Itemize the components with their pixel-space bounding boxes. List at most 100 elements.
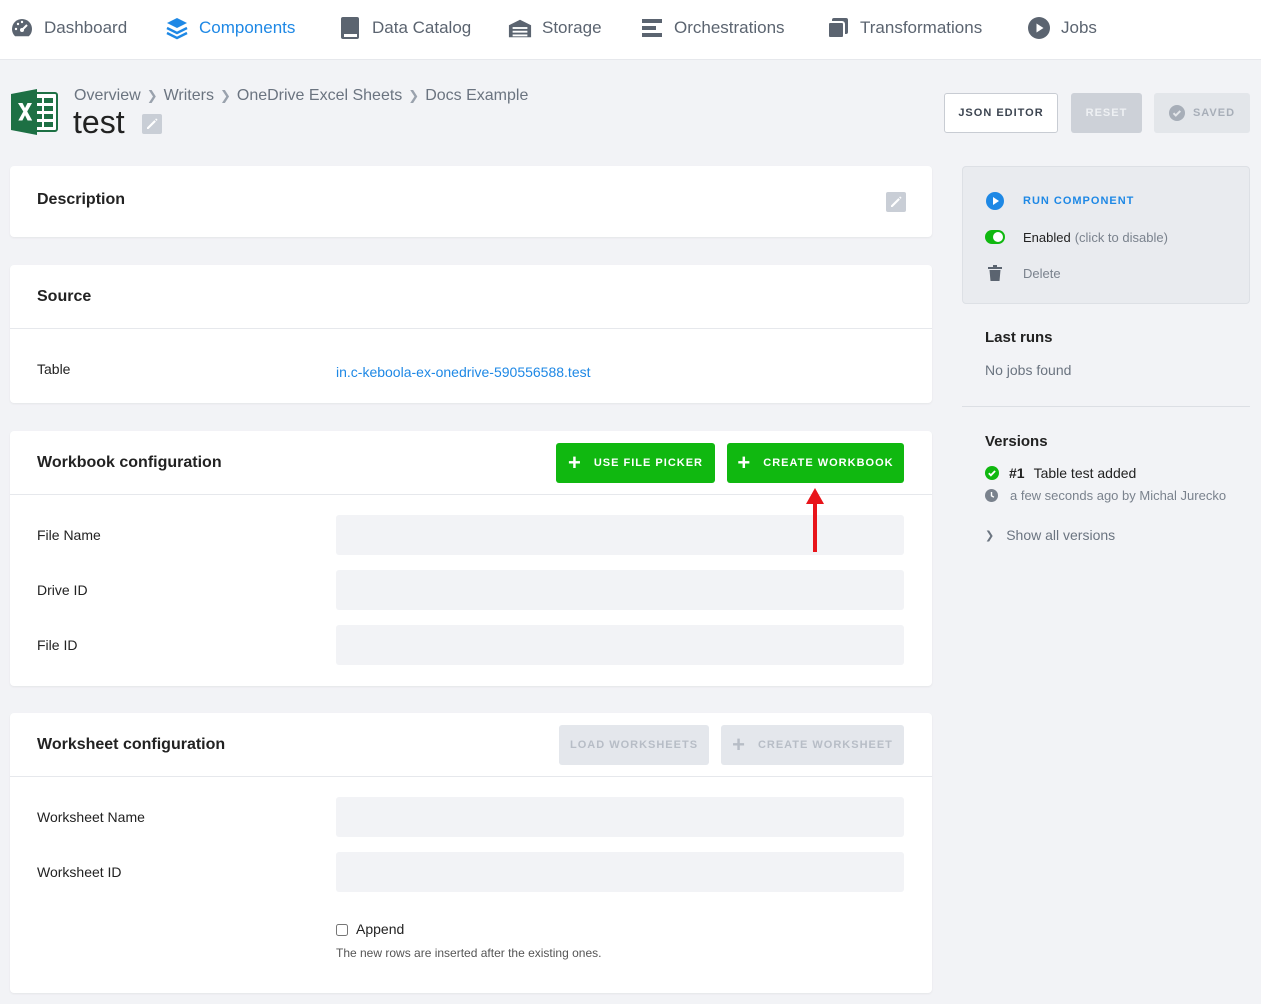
worksheet-name-label: Worksheet Name	[37, 809, 145, 825]
nav-item-data-catalog[interactable]: Data Catalog	[338, 14, 471, 42]
nav-label: Transformations	[860, 18, 983, 37]
chevron-right-icon: ❯	[985, 529, 995, 542]
breadcrumb: Overview ❯ Writers ❯ OneDrive Excel Shee…	[74, 87, 528, 105]
play-circle-icon	[1027, 16, 1051, 40]
check-circle-icon	[1168, 105, 1185, 121]
worksheet-configuration-card: Worksheet configuration LOAD WORKSHEETS …	[10, 713, 932, 993]
divider	[10, 776, 932, 777]
saved-label: SAVED	[1192, 107, 1236, 119]
check-circle-icon	[985, 466, 999, 480]
chevron-right-icon: ❯	[146, 88, 158, 103]
chevron-right-icon: ❯	[408, 88, 420, 103]
version-description: Table test added	[1033, 465, 1137, 481]
enabled-toggle-action[interactable]: Enabled (click to disable)	[985, 227, 1168, 247]
show-all-versions-link[interactable]: ❯ Show all versions	[985, 527, 1115, 543]
drive-id-label: Drive ID	[37, 582, 88, 598]
divider	[962, 406, 1250, 407]
description-title: Description	[37, 191, 126, 208]
plus-icon: +	[732, 732, 746, 757]
play-circle-icon	[985, 191, 1005, 211]
append-help-text: The new rows are inserted after the exis…	[336, 946, 602, 960]
gauge-icon	[10, 16, 34, 40]
nav-item-transformations[interactable]: Transformations	[826, 14, 982, 42]
workbook-configuration-card: Workbook configuration + USE FILE PICKER…	[10, 431, 932, 686]
worksheet-name-input[interactable]	[336, 797, 904, 837]
nav-label: Orchestrations	[674, 18, 785, 37]
breadcrumb-overview[interactable]: Overview	[74, 87, 141, 105]
delete-action[interactable]: Delete	[985, 263, 1061, 283]
workbook-configuration-title: Workbook configuration	[37, 454, 222, 471]
source-title: Source	[37, 288, 92, 305]
create-worksheet-button[interactable]: + CREATE WORKSHEET	[721, 725, 904, 765]
nav-item-dashboard[interactable]: Dashboard	[10, 14, 127, 42]
annotation-arrow-icon	[806, 488, 824, 552]
table-label: Table	[37, 361, 71, 377]
worksheet-configuration-title: Worksheet configuration	[37, 736, 226, 753]
divider	[10, 328, 932, 329]
reset-button[interactable]: RESET	[1071, 93, 1142, 133]
use-file-picker-label: USE FILE PICKER	[593, 457, 703, 469]
description-card: Description	[10, 166, 932, 237]
run-component-action[interactable]: RUN COMPONENT	[985, 191, 1134, 211]
nav-label: Dashboard	[44, 18, 128, 37]
page-title: test	[73, 104, 125, 140]
version-meta-text: a few seconds ago by Michal Jurecko	[1010, 488, 1227, 503]
bars-icon	[640, 16, 664, 40]
append-label: Append	[356, 921, 405, 937]
breadcrumb-writers[interactable]: Writers	[164, 87, 214, 105]
run-component-label: RUN COMPONENT	[1023, 195, 1135, 207]
enabled-hint: (click to disable)	[1074, 229, 1168, 245]
nav-item-storage[interactable]: Storage	[508, 14, 602, 42]
drive-id-input[interactable]	[336, 570, 904, 610]
versions-heading: Versions	[985, 433, 1048, 450]
trash-icon	[985, 263, 1005, 283]
last-runs-heading: Last runs	[985, 329, 1053, 346]
json-editor-button[interactable]: JSON EDITOR	[944, 93, 1058, 133]
warehouse-icon	[508, 16, 532, 40]
nav-item-jobs[interactable]: Jobs	[1027, 14, 1097, 42]
saved-button[interactable]: SAVED	[1154, 93, 1250, 133]
edit-description-pencil-icon[interactable]	[886, 192, 906, 212]
create-worksheet-label: CREATE WORKSHEET	[757, 739, 893, 751]
chevron-right-icon: ❯	[219, 88, 231, 103]
plus-icon: +	[737, 450, 752, 475]
book-icon	[338, 16, 362, 40]
excel-logo-icon	[11, 89, 59, 135]
source-card: Source Table in.c-keboola-ex-onedrive-59…	[10, 265, 932, 403]
breadcrumb-docs-example[interactable]: Docs Example	[425, 87, 528, 105]
component-actions-panel: RUN COMPONENT Enabled (click to disable)…	[962, 166, 1250, 304]
append-checkbox[interactable]	[336, 924, 348, 936]
breadcrumb-onedrive-excel-sheets[interactable]: OneDrive Excel Sheets	[237, 87, 402, 105]
edit-title-pencil-icon[interactable]	[142, 114, 162, 134]
file-name-label: File Name	[37, 527, 101, 543]
worksheet-id-input[interactable]	[336, 852, 904, 892]
nav-item-components[interactable]: Components	[165, 14, 295, 42]
clock-icon	[985, 489, 998, 502]
create-workbook-label: CREATE WORKBOOK	[763, 457, 894, 469]
window-icon	[826, 16, 850, 40]
version-meta: a few seconds ago by Michal Jurecko	[985, 488, 1226, 503]
enabled-label: Enabled	[1023, 229, 1071, 245]
nav-label: Components	[199, 18, 296, 37]
nav-label: Data Catalog	[372, 18, 472, 37]
source-table-link[interactable]: in.c-keboola-ex-onedrive-590556588.test	[336, 364, 591, 380]
worksheet-id-label: Worksheet ID	[37, 864, 122, 880]
create-workbook-button[interactable]: + CREATE WORKBOOK	[727, 443, 904, 483]
show-all-versions-label: Show all versions	[1006, 527, 1116, 543]
use-file-picker-button[interactable]: + USE FILE PICKER	[556, 443, 715, 483]
top-navigation: Dashboard Components Data Catalog Storag…	[0, 0, 1261, 60]
file-id-label: File ID	[37, 637, 78, 653]
delete-label: Delete	[1023, 265, 1061, 281]
divider	[10, 494, 932, 495]
version-number: #1	[1009, 465, 1025, 481]
nav-item-orchestrations[interactable]: Orchestrations	[640, 14, 785, 42]
last-runs-empty-text: No jobs found	[985, 362, 1072, 378]
plus-icon: +	[568, 450, 582, 475]
file-id-input[interactable]	[336, 625, 904, 665]
toggle-on-icon[interactable]	[985, 227, 1005, 247]
nav-label: Jobs	[1061, 18, 1097, 37]
layers-icon	[165, 16, 189, 40]
nav-label: Storage	[542, 18, 602, 37]
load-worksheets-button[interactable]: LOAD WORKSHEETS	[559, 725, 709, 765]
version-item[interactable]: #1 Table test added	[985, 465, 1136, 481]
